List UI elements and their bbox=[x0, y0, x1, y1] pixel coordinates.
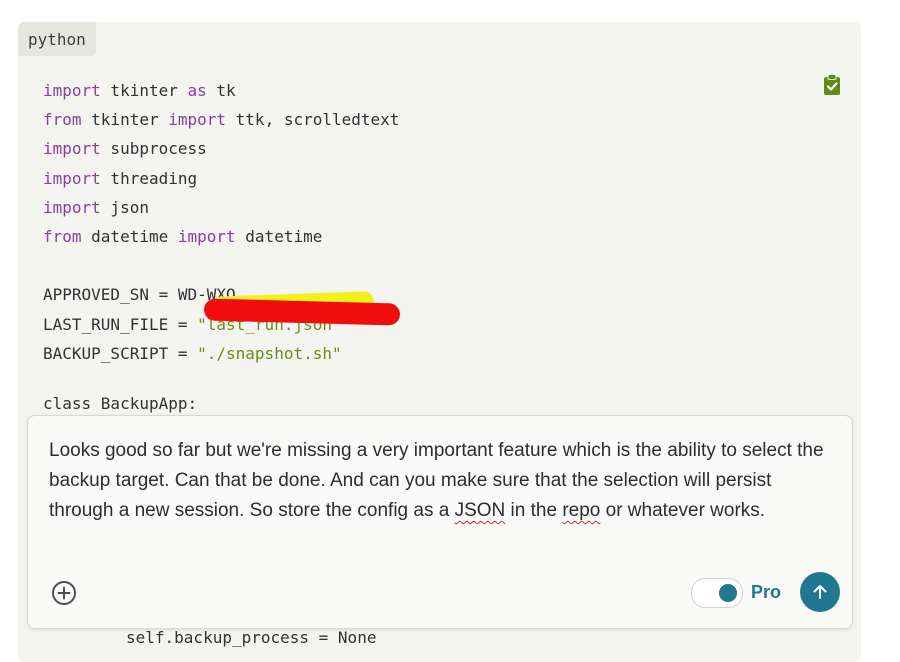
code-line: import subprocess bbox=[43, 139, 207, 159]
code-line: import threading bbox=[43, 168, 198, 188]
code-line-class-peek: class BackupApp: bbox=[43, 394, 198, 413]
code-line: from tkinter import ttk, scrolledtext bbox=[43, 110, 400, 130]
code-line-backup-script: BACKUP_SCRIPT = "./snapshot.sh" bbox=[43, 343, 342, 363]
pro-mode-toggle[interactable] bbox=[691, 578, 743, 608]
code-line: import tkinter as tk bbox=[43, 81, 236, 100]
message-composer[interactable]: Looks good so far but we're missing a ve… bbox=[27, 415, 853, 629]
code-line: from datetime import datetime bbox=[43, 227, 323, 247]
message-input[interactable]: Looks good so far but we're missing a ve… bbox=[49, 436, 829, 526]
arrow-up-icon bbox=[813, 585, 827, 599]
code-content: import tkinter as tk from tkinter import… bbox=[43, 76, 399, 368]
code-line: import json bbox=[43, 197, 149, 217]
spellcheck-word: JSON bbox=[454, 500, 506, 521]
plus-circle-icon[interactable] bbox=[51, 580, 77, 606]
spellcheck-word: repo bbox=[562, 500, 601, 521]
send-button[interactable] bbox=[800, 572, 840, 612]
pro-mode-label: Pro bbox=[751, 582, 782, 602]
language-label: python bbox=[18, 22, 96, 56]
code-line-tail: self.backup_process = None bbox=[126, 628, 377, 647]
clipboard-check-icon[interactable] bbox=[823, 74, 841, 96]
toggle-knob bbox=[719, 584, 737, 602]
